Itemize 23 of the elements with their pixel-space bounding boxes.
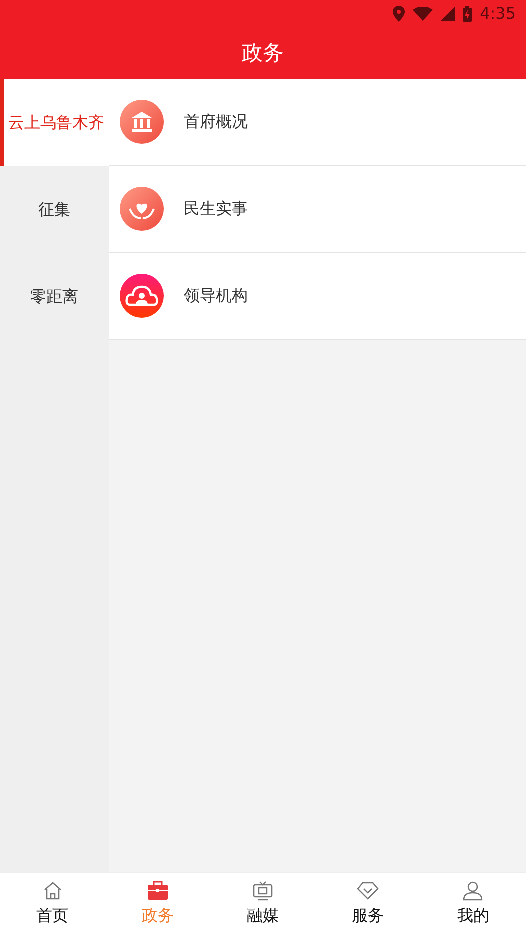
heart-hands-icon bbox=[120, 187, 164, 231]
list-item[interactable]: 民生实事 bbox=[109, 166, 526, 253]
briefcase-icon bbox=[146, 880, 169, 900]
sidebar-item[interactable]: 征集 bbox=[0, 166, 109, 253]
location-icon bbox=[393, 6, 406, 22]
cloud-people-icon bbox=[120, 274, 164, 318]
tv-icon bbox=[252, 880, 274, 900]
list-item[interactable]: 领导机构 bbox=[109, 253, 526, 340]
page-title: 政务 bbox=[242, 40, 284, 67]
status-time: 4:35 bbox=[480, 3, 516, 25]
sidebar-item[interactable]: 云上乌鲁木齐 bbox=[0, 79, 109, 166]
wifi-icon bbox=[413, 7, 434, 21]
list-item[interactable]: 首府概况 bbox=[109, 79, 526, 166]
person-icon bbox=[462, 880, 484, 900]
sidebar-item[interactable]: 零距离 bbox=[0, 253, 109, 340]
tab-bar-item[interactable]: 首页 bbox=[0, 873, 106, 934]
diamond-icon bbox=[357, 880, 380, 900]
tab-bar-item[interactable]: 融媒 bbox=[210, 873, 316, 934]
battery-icon bbox=[463, 6, 472, 22]
tab-bar-item[interactable]: 我的 bbox=[420, 873, 526, 934]
bank-icon bbox=[120, 100, 164, 144]
signal-icon bbox=[441, 7, 456, 21]
tab-bar-item[interactable]: 服务 bbox=[316, 873, 421, 934]
